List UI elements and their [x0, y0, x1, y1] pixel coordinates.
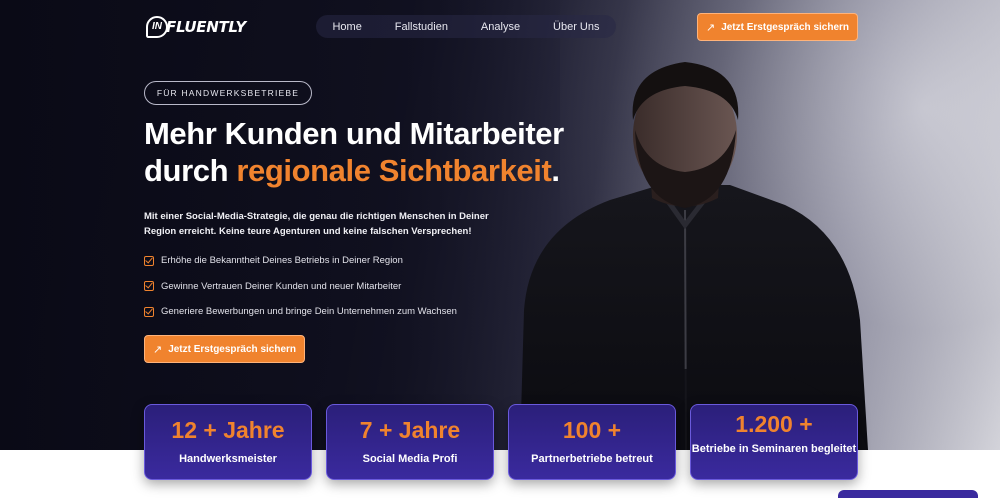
- stat-label: Partnerbetriebe betreut: [531, 453, 653, 465]
- benefit-text: Generiere Bewerbungen und bringe Dein Un…: [161, 306, 457, 318]
- hero-cta-label: Jetzt Erstgespräch sichern: [168, 343, 297, 355]
- stat-card-seminars: 1.200 + Betriebe in Seminaren begleitet: [690, 404, 858, 480]
- benefit-text: Erhöhe die Bekanntheit Deines Betriebs i…: [161, 255, 403, 267]
- brand-logo[interactable]: IN FLUENTLY: [146, 13, 246, 41]
- stat-value: 7 + Jahre: [359, 417, 461, 443]
- logo-badge-icon: IN: [146, 16, 168, 38]
- benefit-list: Erhöhe die Bekanntheit Deines Betriebs i…: [144, 248, 457, 325]
- nav-item-home[interactable]: Home: [332, 21, 361, 33]
- logo-text: FLUENTLY: [166, 18, 246, 36]
- page-title: Mehr Kunden und Mitarbeiter durch region…: [144, 115, 624, 189]
- headline-prefix: durch: [144, 153, 237, 188]
- nav-item-ueber-uns[interactable]: Über Uns: [553, 21, 599, 33]
- audience-badge: FÜR HANDWERKSBETRIEBE: [144, 81, 312, 105]
- headline-accent: regionale Sichtbarkeit: [236, 153, 552, 188]
- stat-value: 1.200 +: [735, 411, 813, 437]
- floating-chat-button[interactable]: [838, 490, 978, 498]
- hero-lead-text: Mit einer Social-Media-Strategie, die ge…: [144, 211, 489, 237]
- hero-cta-button[interactable]: ↗ Jetzt Erstgespräch sichern: [144, 335, 305, 363]
- stat-label: Handwerksmeister: [179, 453, 277, 465]
- stat-value: 12 + Jahre: [171, 417, 285, 443]
- stat-card-partners: 100 + Partnerbetriebe betreut: [508, 404, 676, 480]
- stat-label: Social Media Profi: [362, 453, 458, 465]
- nav-item-analyse[interactable]: Analyse: [481, 21, 520, 33]
- list-item: Gewinne Vertrauen Deiner Kunden und neue…: [144, 274, 457, 300]
- checkbox-check-icon: [144, 255, 154, 266]
- main-nav: Home Fallstudien Analyse Über Uns: [316, 15, 616, 38]
- stat-value: 100 +: [562, 417, 622, 443]
- header-cta-button[interactable]: ↗ Jetzt Erstgespräch sichern: [697, 13, 858, 41]
- checkbox-check-icon: [144, 281, 154, 292]
- header-cta-label: Jetzt Erstgespräch sichern: [721, 21, 850, 33]
- checkbox-check-icon: [144, 306, 154, 317]
- list-item: Generiere Bewerbungen und bringe Dein Un…: [144, 299, 457, 325]
- stat-card-experience: 12 + Jahre Handwerksmeister: [144, 404, 312, 480]
- headline-line1: Mehr Kunden und Mitarbeiter: [144, 116, 564, 151]
- headline-suffix: .: [551, 153, 560, 188]
- benefit-text: Gewinne Vertrauen Deiner Kunden und neue…: [161, 280, 402, 292]
- stat-card-social-media: 7 + Jahre Social Media Profi: [326, 404, 494, 480]
- stat-label: Betriebe in Seminaren begleitet: [691, 443, 857, 455]
- arrow-up-right-icon: ↗: [705, 21, 716, 34]
- arrow-up-right-icon: ↗: [152, 343, 163, 356]
- founder-photo: [520, 62, 868, 450]
- nav-item-fallstudien[interactable]: Fallstudien: [395, 21, 448, 33]
- list-item: Erhöhe die Bekanntheit Deines Betriebs i…: [144, 248, 457, 274]
